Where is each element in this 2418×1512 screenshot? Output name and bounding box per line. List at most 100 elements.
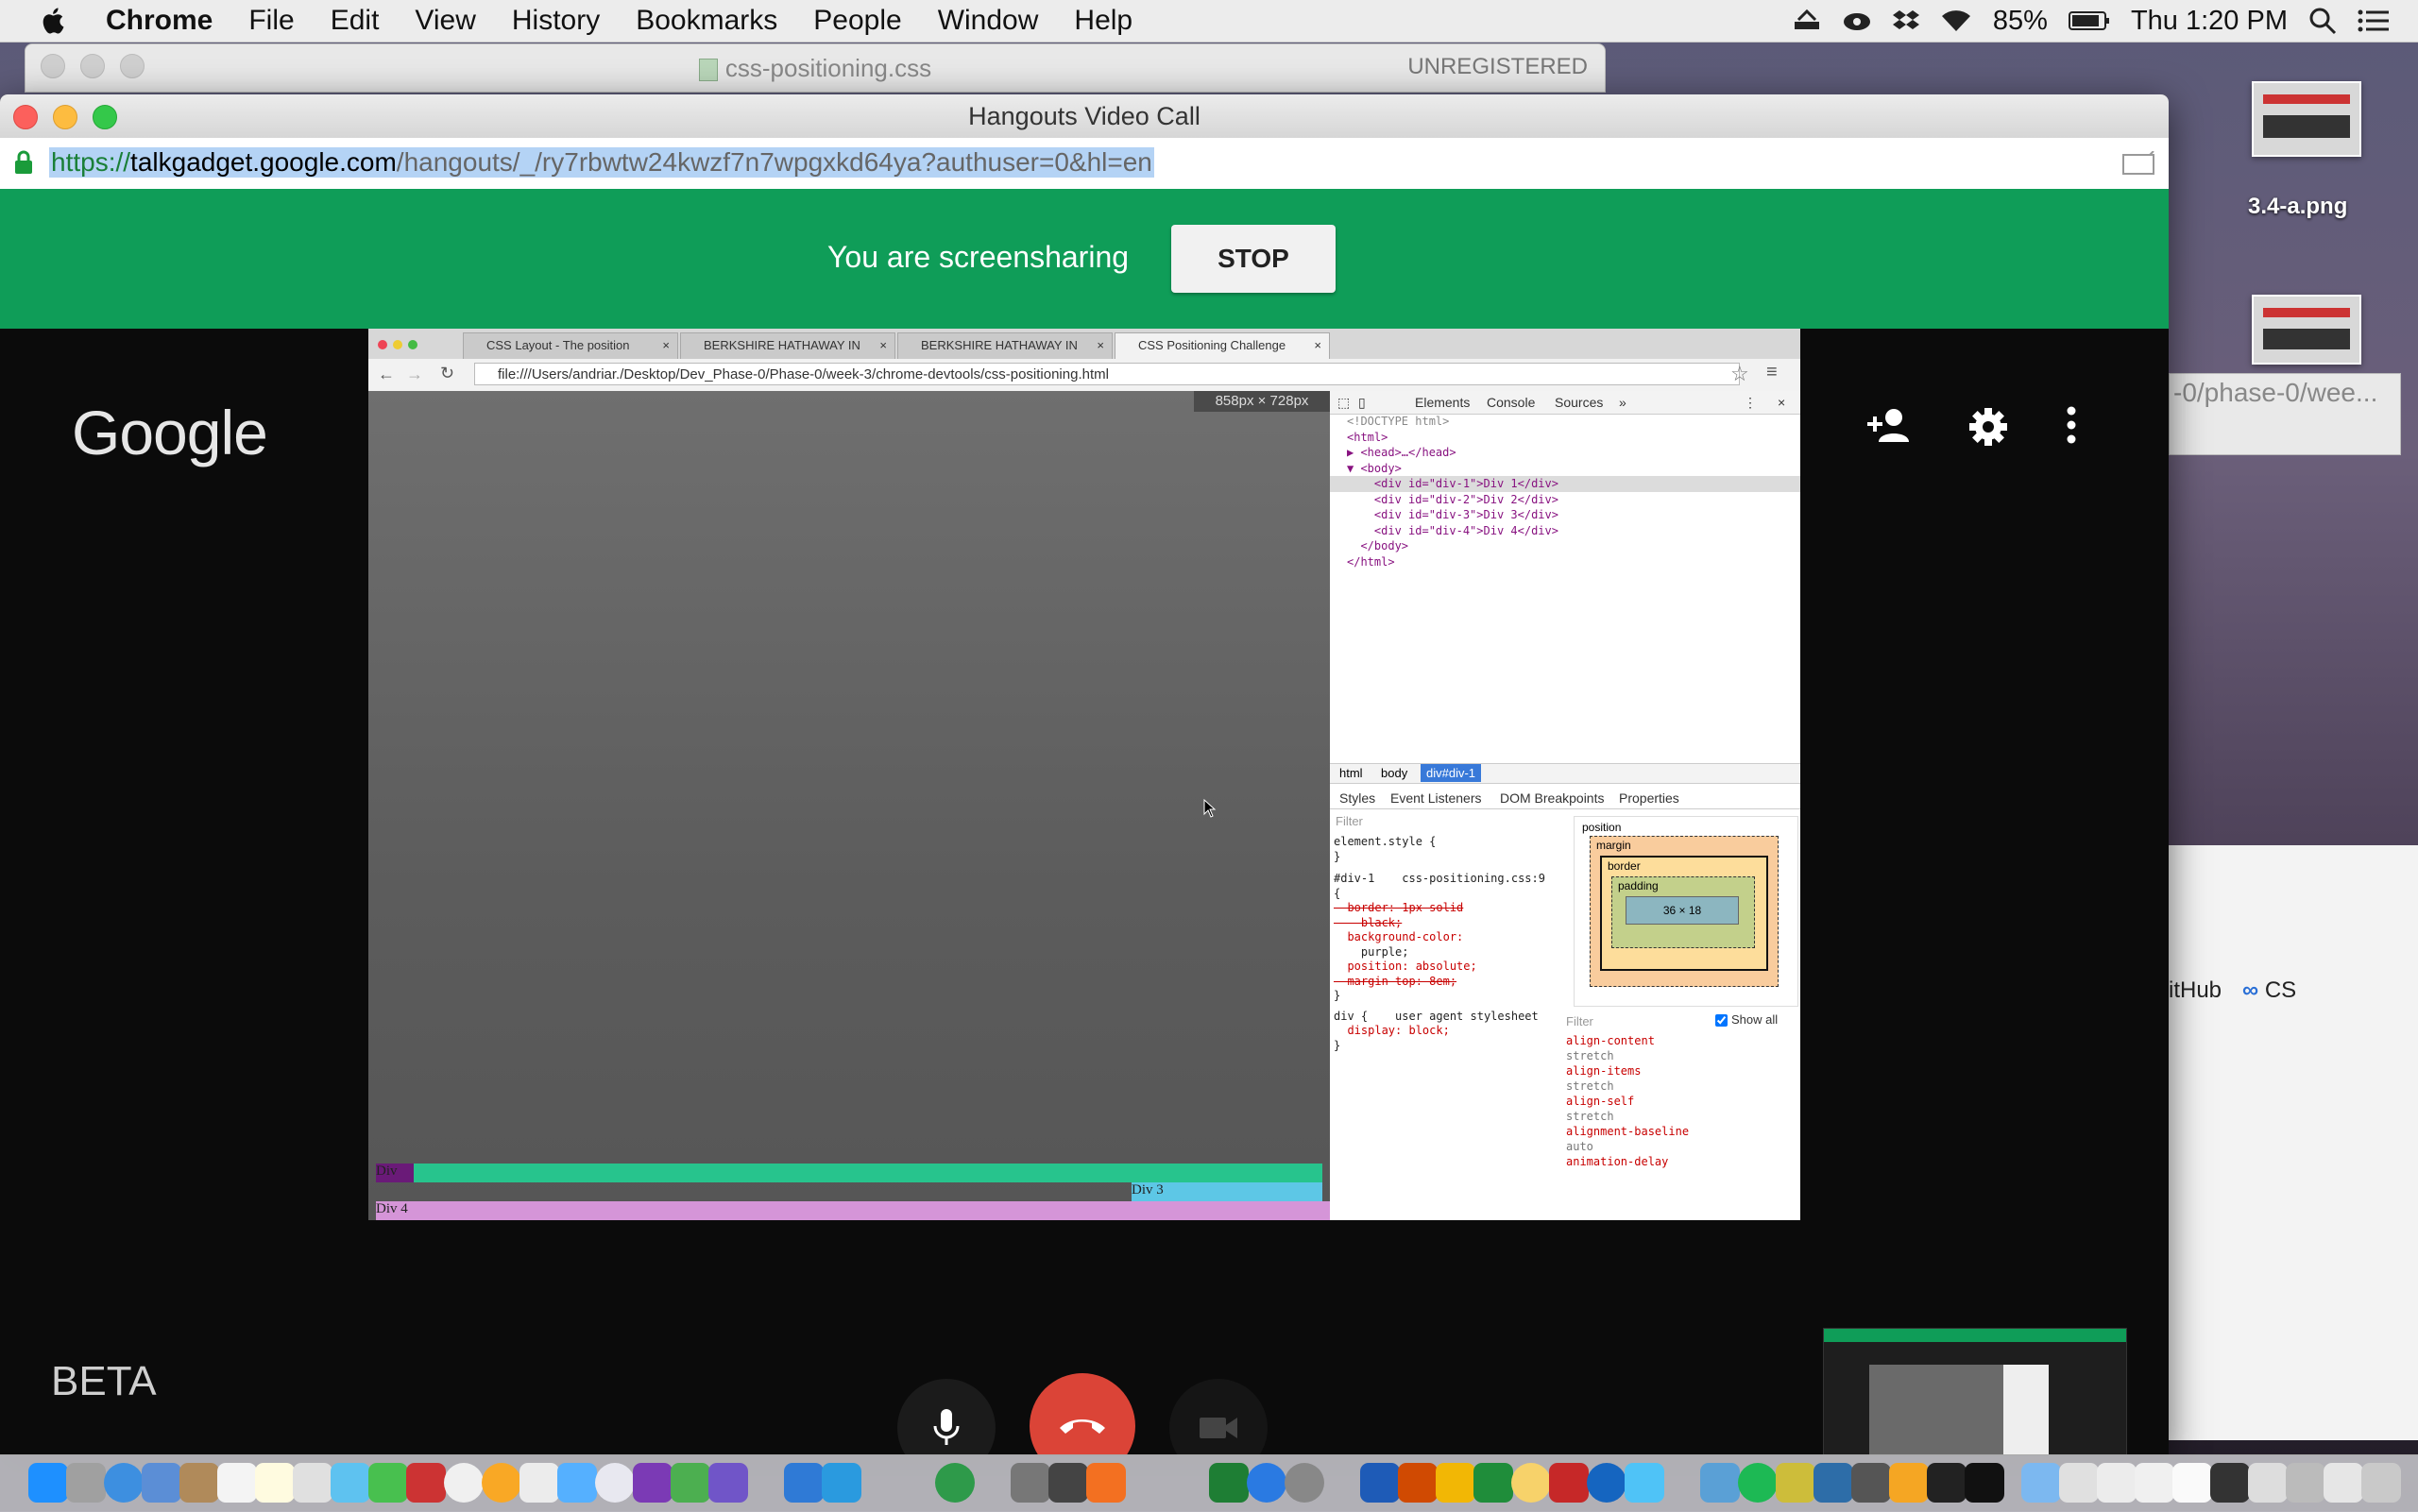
outlook-icon[interactable]	[1436, 1463, 1475, 1503]
calendar-icon[interactable]	[217, 1463, 257, 1503]
dom-line[interactable]: ▼ <body>	[1330, 461, 1800, 477]
terminal-2-icon[interactable]	[1965, 1463, 2004, 1503]
reload-icon[interactable]: ↻	[440, 364, 454, 383]
microphone-button[interactable]	[897, 1379, 996, 1454]
computed-prop[interactable]: align-items	[1566, 1063, 1800, 1079]
pages-icon[interactable]	[519, 1463, 559, 1503]
battery-icon[interactable]	[2068, 10, 2110, 31]
clock[interactable]: Thu 1:20 PM	[2131, 6, 2288, 37]
subtab-event-listeners[interactable]: Event Listeners	[1390, 790, 1482, 806]
keynote-icon[interactable]	[557, 1463, 597, 1503]
tab-more[interactable]: »	[1619, 395, 1626, 410]
notes-icon[interactable]	[255, 1463, 295, 1503]
imovie-icon[interactable]	[708, 1463, 748, 1503]
photoshop-icon[interactable]	[1889, 1463, 1929, 1503]
hangouts-title-bar[interactable]: Hangouts Video Call	[0, 94, 2169, 139]
dom-line[interactable]: <div id="div-3">Div 3</div>	[1330, 507, 1800, 523]
video-camera-button[interactable]	[1169, 1379, 1268, 1454]
network-icon[interactable]	[935, 1463, 975, 1503]
computed-filter-input[interactable]: Filter	[1566, 1014, 1593, 1028]
downloads-stack-icon[interactable]	[2021, 1463, 2061, 1503]
trash-icon[interactable]	[2361, 1463, 2401, 1503]
menu-bookmarks[interactable]: Bookmarks	[636, 5, 777, 37]
tab-sources[interactable]: Sources	[1555, 395, 1603, 410]
desktop-file-thumbnail-2[interactable]	[2252, 295, 2361, 365]
show-all-checkbox[interactable]: Show all	[1715, 1012, 1778, 1028]
app-store-2-icon[interactable]	[1247, 1463, 1286, 1503]
back-arrow-icon[interactable]: ←	[378, 365, 395, 384]
style-line-disabled[interactable]: border: 1px solid	[1334, 901, 1564, 916]
background-window[interactable]: -0/phase-0/wee...	[2169, 373, 2401, 455]
powerpoint-icon[interactable]	[1398, 1463, 1438, 1503]
wifi-icon[interactable]	[1940, 8, 1972, 33]
chrome-icon[interactable]	[444, 1463, 484, 1503]
devtools-menu-icon[interactable]: ⋮	[1744, 395, 1757, 411]
inspect-icon[interactable]: ⬚	[1337, 395, 1350, 411]
shared-tab[interactable]: BERKSHIRE HATHAWAY IN ×	[897, 332, 1113, 359]
show-all-check[interactable]	[1715, 1014, 1728, 1028]
dom-line[interactable]: </html>	[1330, 554, 1800, 570]
style-line-disabled[interactable]: margin-top: 8em;	[1334, 975, 1564, 990]
tab-elements[interactable]: Elements	[1415, 395, 1470, 410]
style-line[interactable]: background-color:	[1334, 930, 1564, 945]
battery-percent[interactable]: 85%	[1993, 6, 2048, 37]
menu-window[interactable]: Window	[938, 5, 1039, 37]
finder-icon[interactable]	[28, 1463, 68, 1503]
shared-tab[interactable]: CSS Layout - The position ×	[463, 332, 678, 359]
desktop-file-label[interactable]: 3.4-a.png	[2248, 194, 2347, 220]
numbers-icon[interactable]	[671, 1463, 710, 1503]
add-person-icon[interactable]	[1865, 406, 1911, 444]
camera-icon[interactable]	[2121, 151, 2155, 176]
virtualbox-icon[interactable]	[1814, 1463, 1853, 1503]
style-line-disabled[interactable]: black;	[1334, 916, 1564, 931]
itunes-icon[interactable]	[595, 1463, 635, 1503]
contacts-icon[interactable]	[179, 1463, 219, 1503]
documents-stack-icon[interactable]	[2059, 1463, 2099, 1503]
filezilla-icon[interactable]	[1511, 1463, 1551, 1503]
screenshot-stack-icon[interactable]	[2210, 1463, 2250, 1503]
style-line[interactable]: purple;	[1334, 945, 1564, 960]
sublime-text-window[interactable]: css-positioning.css UNREGISTERED	[25, 43, 1606, 93]
settings-icon[interactable]	[1967, 406, 2009, 448]
menu-history[interactable]: History	[512, 5, 600, 37]
dropbox-icon[interactable]	[1892, 8, 1919, 33]
stack-3-icon[interactable]	[2324, 1463, 2363, 1503]
menu-help[interactable]: Help	[1074, 5, 1132, 37]
photo-booth-icon[interactable]	[406, 1463, 446, 1503]
bookmark-star-icon[interactable]: ☆	[1730, 362, 1749, 386]
shared-tab[interactable]: BERKSHIRE HATHAWAY IN ×	[680, 332, 895, 359]
crumb-div-1[interactable]: div#div-1	[1421, 764, 1482, 782]
styles-filter-input[interactable]: Filter	[1336, 814, 1363, 828]
activity-monitor-icon[interactable]	[1851, 1463, 1891, 1503]
styles-pane[interactable]: element.style { } #div-1 css-positioning…	[1334, 835, 1564, 1053]
style-line[interactable]: #div-1 css-positioning.css:9	[1334, 872, 1564, 887]
dom-tree[interactable]: <!DOCTYPE html> <html> ▶ <head>…</head> …	[1330, 414, 1800, 569]
page-viewport[interactable]: 858px × 728px Div Div 3 Div 4	[368, 391, 1330, 1220]
spotify-icon[interactable]	[1738, 1463, 1778, 1503]
shared-screen[interactable]: CSS Layout - The position × BERKSHIRE HAT…	[368, 329, 1800, 1220]
menu-edit[interactable]: Edit	[331, 5, 380, 37]
dom-line[interactable]: <!DOCTYPE html>	[1330, 414, 1800, 430]
dom-line[interactable]: <html>	[1330, 430, 1800, 446]
skype-icon[interactable]	[1473, 1463, 1513, 1503]
photos-icon[interactable]	[482, 1463, 521, 1503]
dom-line-selected[interactable]: <div id="div-1">Div 1</div>	[1330, 476, 1800, 492]
stop-sharing-button[interactable]: STOP	[1171, 225, 1336, 293]
quicktime-icon[interactable]	[1587, 1463, 1626, 1503]
terminal-icon[interactable]	[1927, 1463, 1967, 1503]
system-prefs-icon[interactable]	[1285, 1463, 1324, 1503]
script-editor-icon[interactable]	[1011, 1463, 1050, 1503]
word-icon[interactable]	[1360, 1463, 1400, 1503]
shared-url-field[interactable]: file:///Users/andriar./Desktop/Dev_Phase…	[474, 363, 1740, 385]
subtab-dom-breakpoints[interactable]: DOM Breakpoints	[1500, 790, 1604, 806]
folder-stack-3-icon[interactable]	[2172, 1463, 2212, 1503]
url-bar[interactable]: https://talkgadget.google.com/hangouts/_…	[0, 138, 2169, 190]
subtab-properties[interactable]: Properties	[1619, 790, 1679, 806]
notification-center-icon[interactable]	[2358, 8, 2390, 33]
launchpad-icon[interactable]	[66, 1463, 106, 1503]
excel-icon[interactable]	[1209, 1463, 1249, 1503]
devtools-close-icon[interactable]: ×	[1778, 395, 1785, 410]
desktop-file-thumbnail[interactable]	[2252, 81, 2361, 157]
dom-line[interactable]: </body>	[1330, 538, 1800, 554]
computed-prop[interactable]: alignment-baseline	[1566, 1124, 1800, 1139]
